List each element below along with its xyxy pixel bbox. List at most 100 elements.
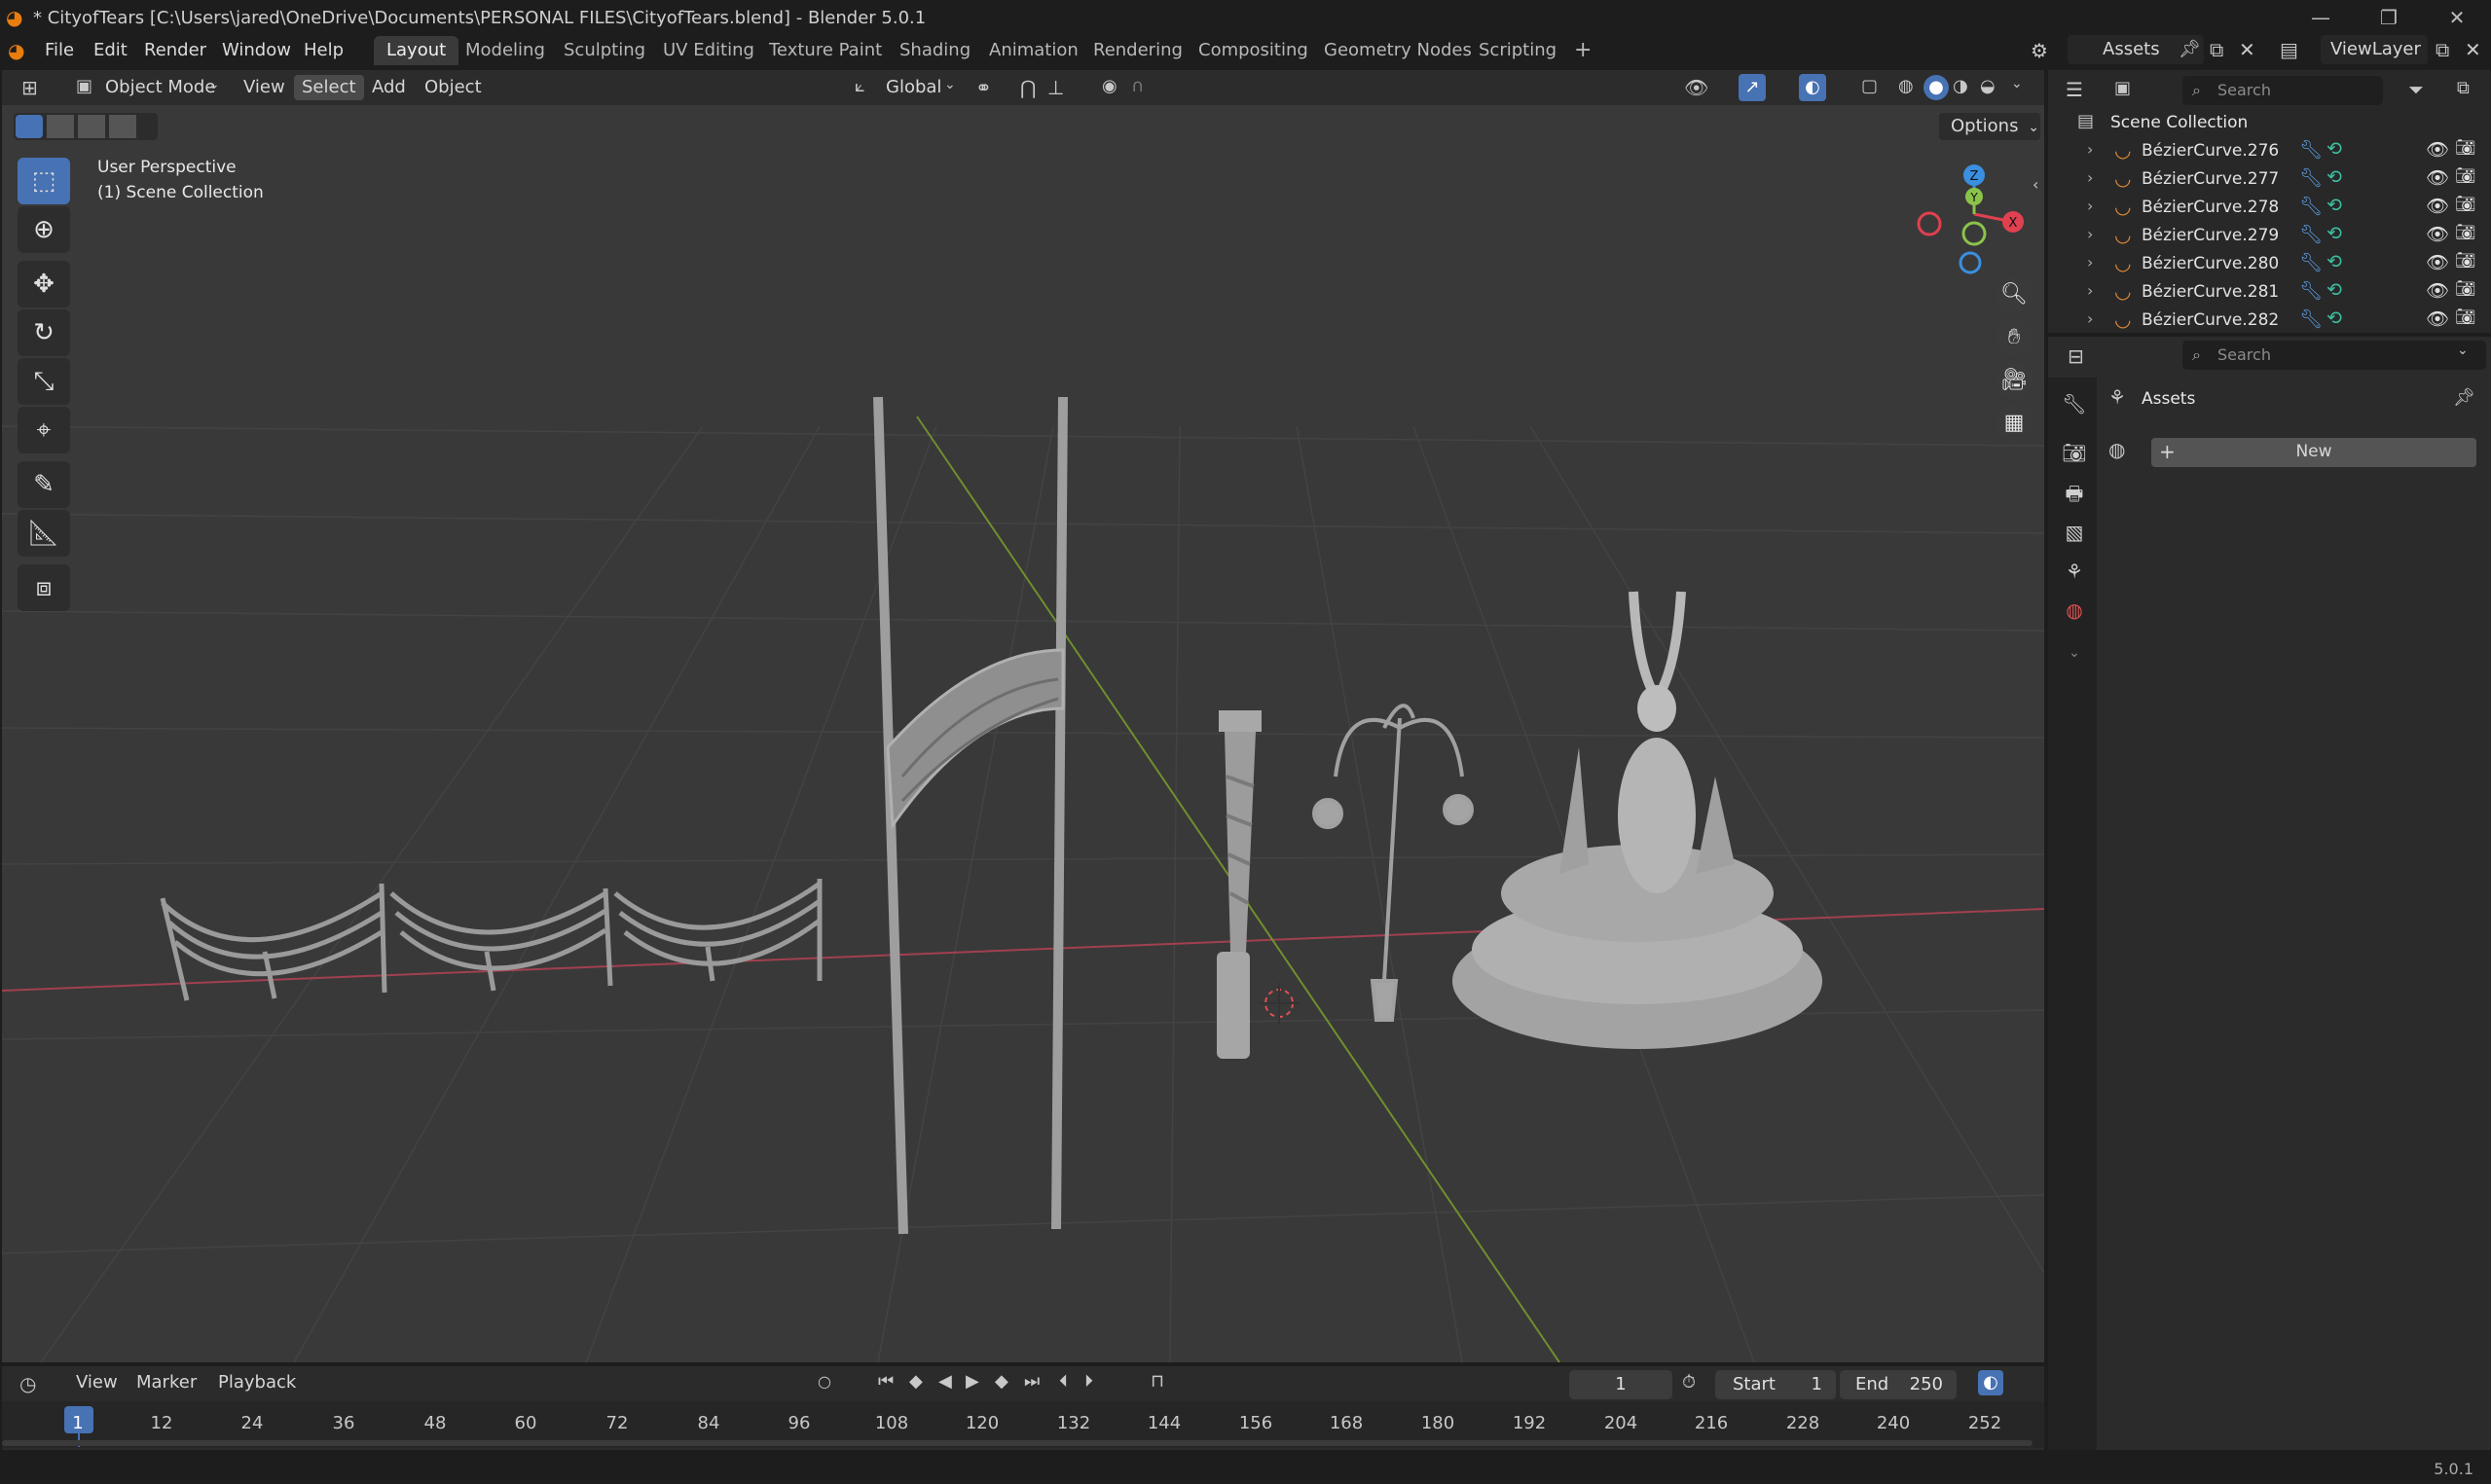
world-browse-icon[interactable]: ◍ xyxy=(2108,438,2125,461)
frame-forward-icon[interactable]: ⏵ xyxy=(1084,1371,1093,1392)
chevron-right-icon[interactable]: › xyxy=(2087,225,2093,243)
camera-icon[interactable]: 📷︎ xyxy=(2455,308,2476,327)
gizmo-neg-z-icon[interactable] xyxy=(1959,251,1982,274)
camera-icon[interactable]: 📷︎ xyxy=(2455,251,2476,271)
timeline-editor-icon[interactable]: ◷ xyxy=(19,1372,36,1395)
tab-animation[interactable]: Animation xyxy=(976,36,1091,65)
current-frame-field[interactable]: 1 xyxy=(1569,1370,1672,1399)
viewport-canvas[interactable] xyxy=(2,105,2044,1362)
gizmo-toggle-icon[interactable]: ↗ xyxy=(1739,74,1766,101)
eye-icon[interactable]: 👁︎ xyxy=(2426,251,2449,273)
outliner-editor-icon[interactable]: ☰ xyxy=(2066,78,2083,101)
render-tab-icon[interactable]: 📷︎ xyxy=(2058,436,2091,469)
move-tool[interactable]: ✥ xyxy=(18,261,70,308)
wrench-icon[interactable]: 🔧︎ xyxy=(2299,279,2323,302)
filter-icon[interactable]: ⏷ xyxy=(2408,78,2424,101)
transform-tool[interactable]: ⌖ xyxy=(18,407,70,453)
new-collection-icon[interactable]: ⧉ xyxy=(2457,78,2470,98)
timeline-menu-marker[interactable]: Marker xyxy=(128,1370,204,1395)
tab-sculpting[interactable]: Sculpting xyxy=(551,36,658,65)
gizmo-neg-x-icon[interactable] xyxy=(1917,211,1942,236)
curve-data-icon[interactable]: ⟲ xyxy=(2326,195,2342,216)
outliner-row[interactable]: › ◡ BézierCurve.277 🔧︎ ⟲ 👁︎ 📷︎ xyxy=(2056,166,2488,194)
eye-icon[interactable]: 👁︎ xyxy=(2426,195,2449,217)
keying-set-icon[interactable]: ⊓ xyxy=(1151,1371,1164,1392)
viewport-menu-select[interactable]: Select xyxy=(294,75,364,100)
tab-uv-editing[interactable]: UV Editing xyxy=(650,36,767,65)
mode-selector[interactable]: ▣ Object Mode ⌄ xyxy=(72,74,228,101)
viewport-menu-object[interactable]: Object xyxy=(417,75,490,100)
menu-render[interactable]: Render xyxy=(134,39,216,62)
next-keyframe-icon[interactable]: ◆ xyxy=(995,1371,1008,1392)
pin-icon[interactable]: 📌︎ xyxy=(2453,387,2475,408)
properties-search-input[interactable]: ⌕ Search xyxy=(2182,341,2486,370)
view-layer-selector[interactable]: ViewLayer xyxy=(2321,35,2428,64)
close-window-icon[interactable]: ✕ xyxy=(2423,0,2491,35)
select-box-tool[interactable]: ⬚ xyxy=(18,158,70,204)
outliner-row[interactable]: › ◡ BézierCurve.281 🔧︎ ⟲ 👁︎ 📷︎ xyxy=(2056,279,2488,307)
viewport-menu-view[interactable]: View xyxy=(236,75,293,100)
view-layer-icon[interactable]: ▤ xyxy=(2280,38,2298,61)
menu-edit[interactable]: Edit xyxy=(84,39,137,62)
view-layer-tab-icon[interactable]: ▧ xyxy=(2058,516,2091,549)
overlay-toggle-icon[interactable]: ◐ xyxy=(1799,74,1826,101)
wrench-icon[interactable]: 🔧︎ xyxy=(2299,195,2323,217)
eye-icon[interactable]: 👁︎ xyxy=(2426,166,2449,189)
annotate-tool[interactable]: ✎ xyxy=(18,461,70,508)
curve-data-icon[interactable]: ⟲ xyxy=(2326,251,2342,272)
solid-shading-icon[interactable]: ● xyxy=(1923,75,1949,100)
menu-file[interactable]: File xyxy=(35,39,84,62)
camera-icon[interactable]: 📷︎ xyxy=(2455,195,2476,214)
camera-icon[interactable]: 📷︎ xyxy=(2455,138,2476,158)
curve-data-icon[interactable]: ⟲ xyxy=(2326,223,2342,244)
outliner-row[interactable]: › ◡ BézierCurve.282 🔧︎ ⟲ 👁︎ 📷︎ xyxy=(2056,308,2488,335)
properties-editor-icon[interactable]: ⊟ xyxy=(2068,344,2084,368)
tab-texture-paint[interactable]: Texture Paint xyxy=(756,36,895,65)
pivot-point-icon[interactable]: ⚭ xyxy=(975,76,992,99)
tab-geometry-nodes[interactable]: Geometry Nodes xyxy=(1311,36,1484,65)
chevron-right-icon[interactable]: › xyxy=(2087,253,2093,271)
timeline-scrollbar[interactable] xyxy=(2,1440,2033,1446)
jump-start-icon[interactable]: ⏮ xyxy=(878,1371,894,1392)
add-cube-tool[interactable]: ⧈ xyxy=(18,564,70,611)
camera-icon[interactable]: 📷︎ xyxy=(2455,166,2476,186)
outliner-row[interactable]: › ◡ BézierCurve.276 🔧︎ ⟲ 👁︎ 📷︎ xyxy=(2056,138,2488,165)
curve-data-icon[interactable]: ⟲ xyxy=(2326,308,2342,329)
timeline-menu-playback[interactable]: Playback xyxy=(210,1370,304,1395)
chevron-right-icon[interactable]: › xyxy=(2087,281,2093,300)
wrench-icon[interactable]: 🔧︎ xyxy=(2299,251,2323,273)
transform-orientation-selector[interactable]: ⟀ Global ⌄ xyxy=(853,74,962,101)
camera-view-icon[interactable]: 🎥︎ xyxy=(1996,362,2033,399)
delete-view-layer-icon[interactable]: ✕ xyxy=(2465,38,2481,61)
playhead-sync-icon[interactable]: ◐ xyxy=(1978,1370,2003,1395)
wrench-icon[interactable]: 🔧︎ xyxy=(2299,138,2323,161)
eye-icon[interactable]: 👁︎ xyxy=(2426,138,2449,161)
wrench-icon[interactable]: 🔧︎ xyxy=(2299,223,2323,245)
tab-rendering[interactable]: Rendering xyxy=(1081,36,1195,65)
auto-key-icon[interactable]: ○ xyxy=(818,1372,831,1391)
outliner-row[interactable]: › ◡ BézierCurve.279 🔧︎ ⟲ 👁︎ 📷︎ xyxy=(2056,223,2488,250)
end-frame-field[interactable]: End 250 xyxy=(1840,1370,1957,1399)
jump-end-icon[interactable]: ⏭ xyxy=(1024,1371,1040,1392)
eye-icon[interactable]: 👁︎ xyxy=(2426,223,2449,245)
scene-icon[interactable]: ⚙ xyxy=(2031,39,2048,62)
perspective-grid-icon[interactable]: ▦ xyxy=(1996,405,2033,442)
scene-collection-label[interactable]: Scene Collection xyxy=(2110,113,2248,132)
material-shading-icon[interactable]: ◑ xyxy=(1953,76,1968,96)
scene-tab-icon[interactable]: ⚘ xyxy=(2058,555,2091,588)
chevron-down-icon[interactable]: ⌄ xyxy=(2457,343,2469,358)
menu-help[interactable]: Help xyxy=(294,39,353,62)
snap-icon[interactable]: ⋂ xyxy=(1020,76,1036,99)
tab-modeling[interactable]: Modeling xyxy=(453,36,558,65)
curve-data-icon[interactable]: ⟲ xyxy=(2326,138,2342,160)
3d-viewport[interactable]: ⊞ ▣ Object Mode ⌄ View Select Add Object… xyxy=(2,70,2044,1362)
curve-data-icon[interactable]: ⟲ xyxy=(2326,279,2342,301)
measure-tool[interactable]: 📐︎ xyxy=(18,510,70,557)
eye-icon[interactable]: 👁︎ xyxy=(2426,279,2449,302)
viewport-menu-add[interactable]: Add xyxy=(364,75,414,100)
pan-hand-icon[interactable]: ✋︎ xyxy=(1996,319,2033,356)
tab-compositing[interactable]: Compositing xyxy=(1186,36,1321,65)
wrench-icon[interactable]: 🔧︎ xyxy=(2299,166,2323,189)
new-world-button[interactable]: + New xyxy=(2151,438,2476,467)
xray-icon[interactable]: ▢ xyxy=(1861,76,1878,96)
